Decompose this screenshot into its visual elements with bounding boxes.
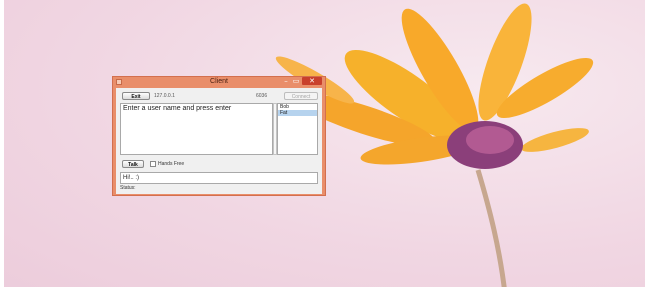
frame-edge	[0, 0, 4, 294]
minimize-button[interactable]: –	[281, 77, 291, 85]
maximize-button[interactable]: ▭	[291, 77, 301, 85]
frame-edge	[0, 287, 645, 294]
user-list-item-selected[interactable]: Fat	[278, 110, 317, 116]
exit-button[interactable]: Exit	[122, 92, 150, 100]
hands-free-label: Hands Free	[158, 161, 185, 167]
title-bar[interactable]: Client – ▭ ✕	[113, 77, 325, 87]
port-field[interactable]: 6036	[256, 93, 267, 99]
chat-log[interactable]: Enter a user name and press enter	[120, 103, 273, 155]
chat-message: Enter a user name and press enter	[123, 105, 232, 112]
ip-address-field[interactable]: 127.0.0.1	[154, 93, 175, 99]
hands-free-checkbox[interactable]	[150, 161, 156, 167]
status-label: Status:	[120, 185, 136, 191]
close-button[interactable]: ✕	[302, 77, 322, 85]
client-window: Client – ▭ ✕ Exit 127.0.0.1 6036 Connect…	[112, 76, 326, 196]
user-list[interactable]: Bob Fat	[277, 103, 318, 155]
message-input[interactable]: Hi!.. :)	[120, 172, 318, 184]
client-area: Exit 127.0.0.1 6036 Connect Enter a user…	[116, 88, 322, 194]
talk-button[interactable]: Talk	[122, 160, 144, 168]
connect-button[interactable]: Connect	[284, 92, 318, 100]
